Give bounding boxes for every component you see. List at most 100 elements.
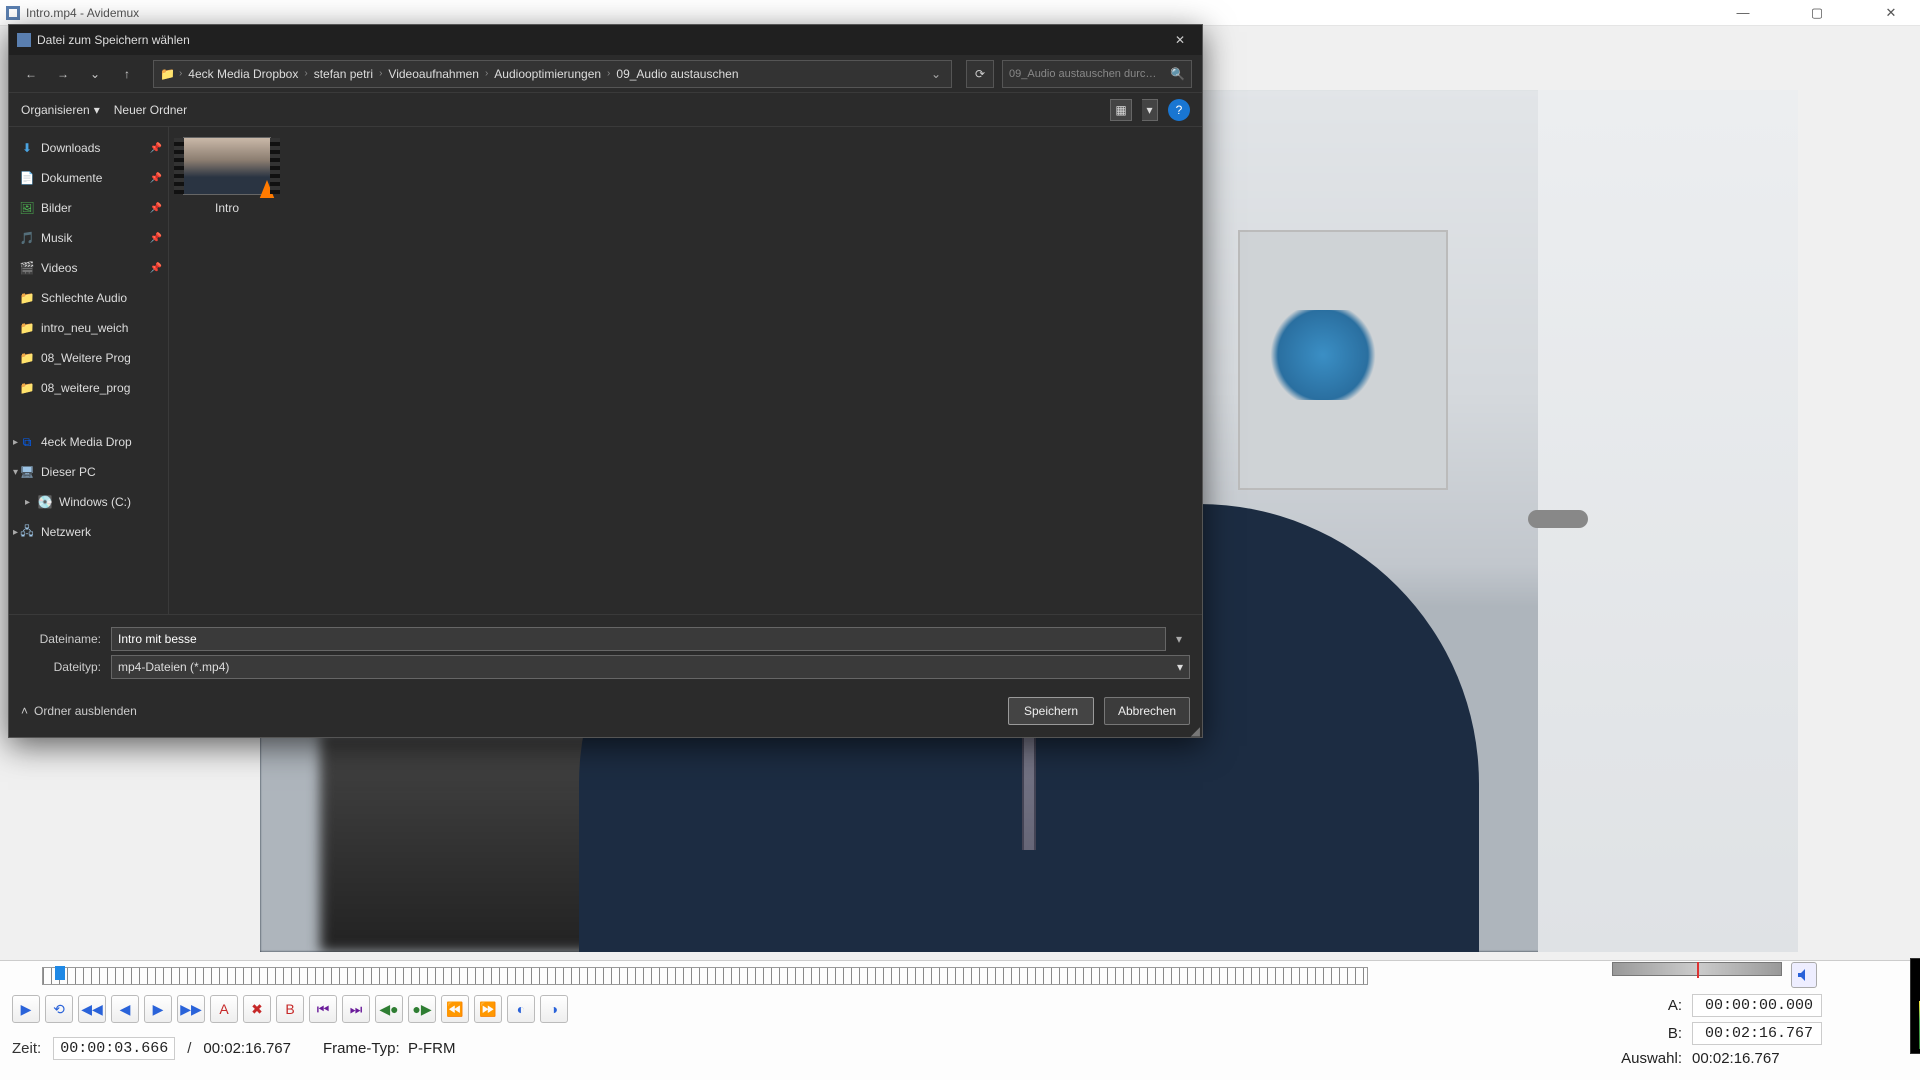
pictures-icon: 🖼 — [19, 201, 35, 215]
crumb-0[interactable]: 4eck Media Dropbox — [186, 67, 300, 81]
breadcrumb-bar[interactable]: 📁 › 4eck Media Dropbox› stefan petri› Vi… — [153, 60, 952, 88]
pin-icon: 📌 — [150, 233, 162, 244]
sel-value: 00:02:16.767 — [1692, 1050, 1780, 1067]
sidebar-item-videos[interactable]: 🎬Videos📌 — [9, 253, 168, 283]
folder-icon: 📁 — [19, 381, 35, 395]
timeline-ruler[interactable] — [42, 967, 1368, 985]
folder-icon: 📁 — [19, 321, 35, 335]
next-black-button[interactable]: ◑ — [540, 995, 568, 1023]
prev-frame-button[interactable]: ◀◀ — [78, 995, 106, 1023]
save-dialog: Datei zum Speichern wählen ✕ ← → ⌄ ↑ 📁 ›… — [8, 24, 1203, 738]
prev-key-button[interactable]: ⏮ — [309, 995, 337, 1023]
sidebar-item-downloads[interactable]: ⬇Downloads📌 — [9, 133, 168, 163]
goto-end-button[interactable]: ⏩ — [474, 995, 502, 1023]
tree-item-dropbox[interactable]: ▸⧉4eck Media Drop — [9, 427, 168, 457]
back-button[interactable]: ← — [19, 62, 43, 86]
b-value: 00:02:16.767 — [1692, 1022, 1822, 1045]
timeline-cursor[interactable] — [55, 966, 65, 980]
minimize-button[interactable]: — — [1720, 5, 1766, 21]
tree-item-pc[interactable]: ▾🖥Dieser PC — [9, 457, 168, 487]
prev-cut-button[interactable]: ◀● — [375, 995, 403, 1023]
set-a-button[interactable]: A — [210, 995, 238, 1023]
expander-icon[interactable]: ▸ — [25, 497, 37, 508]
save-button[interactable]: Speichern — [1008, 697, 1094, 725]
folder-icon: 📁 — [19, 291, 35, 305]
sidebar-item-folder[interactable]: 📁08_Weitere Prog — [9, 343, 168, 373]
sel-label: Auswahl: — [1612, 1050, 1682, 1067]
timeline-panel: ▶ ⟲ ◀◀ ◀ ▶ ▶▶ A ✖ B ⏮ ⏭ ◀● ●▶ ⏪ ⏩ ◐ ◑ Ze… — [0, 960, 1920, 1080]
filename-dropdown[interactable]: ▾ — [1176, 632, 1190, 646]
app-titlebar: Intro.mp4 - Avidemux — ▢ ✕ — [0, 0, 1920, 26]
refresh-button[interactable]: ⟳ — [966, 60, 994, 88]
step-back-button[interactable]: ◀ — [111, 995, 139, 1023]
close-button[interactable]: ✕ — [1166, 29, 1194, 51]
crumb-2[interactable]: Videoaufnahmen — [386, 67, 481, 81]
help-button[interactable]: ? — [1168, 99, 1190, 121]
filename-label: Dateiname: — [21, 632, 101, 646]
view-dropdown[interactable]: ▾ — [1142, 99, 1158, 121]
video-thumbnail-icon — [183, 137, 271, 195]
audio-meter — [1910, 958, 1920, 1054]
up-button[interactable]: ↑ — [115, 62, 139, 86]
time-value[interactable]: 00:00:03.666 — [53, 1037, 175, 1060]
sidebar-item-pictures[interactable]: 🖼Bilder📌 — [9, 193, 168, 223]
crumb-4[interactable]: 09_Audio austauschen — [614, 67, 740, 81]
file-item[interactable]: Intro — [179, 137, 275, 215]
step-fwd-button[interactable]: ▶ — [144, 995, 172, 1023]
filename-input[interactable] — [111, 627, 1166, 651]
chevron-up-icon: ˄ — [21, 704, 28, 718]
recent-button[interactable]: ⌄ — [83, 62, 107, 86]
forward-button[interactable]: → — [51, 62, 75, 86]
scrub-mini[interactable] — [1612, 962, 1782, 976]
sidebar-item-folder[interactable]: 📁intro_neu_weich — [9, 313, 168, 343]
pc-icon: 🖥 — [19, 465, 35, 479]
breadcrumb-dropdown[interactable]: ⌄ — [927, 67, 945, 81]
app-close-button[interactable]: ✕ — [1868, 5, 1914, 21]
dropbox-icon: ⧉ — [19, 435, 35, 450]
prev-black-button[interactable]: ◐ — [507, 995, 535, 1023]
ab-panel: A:00:00:00.000 B:00:02:16.767 Auswahl:00… — [1612, 962, 1902, 1072]
next-key-button[interactable]: ⏭ — [342, 995, 370, 1023]
sidebar-item-music[interactable]: 🎵Musik📌 — [9, 223, 168, 253]
resize-grip[interactable]: ◢ — [1191, 727, 1200, 735]
goto-start-button[interactable]: ⏪ — [441, 995, 469, 1023]
pin-icon: 📌 — [150, 263, 162, 274]
sidebar-item-folder[interactable]: 📁Schlechte Audio — [9, 283, 168, 313]
search-box[interactable]: 🔍 — [1002, 60, 1192, 88]
folder-icon: 📁 — [160, 67, 175, 81]
pin-icon: 📌 — [150, 173, 162, 184]
stop-button[interactable]: ⟲ — [45, 995, 73, 1023]
filetype-value: mp4-Dateien (*.mp4) — [118, 660, 229, 674]
new-folder-button[interactable]: Neuer Ordner — [114, 103, 187, 117]
crumb-3[interactable]: Audiooptimierungen — [492, 67, 603, 81]
next-frame-button[interactable]: ▶▶ — [177, 995, 205, 1023]
next-cut-button[interactable]: ●▶ — [408, 995, 436, 1023]
b-label: B: — [1612, 1025, 1682, 1042]
tree-item-network[interactable]: ▸🖧Netzwerk — [9, 517, 168, 547]
sidebar-item-documents[interactable]: 📄Dokumente📌 — [9, 163, 168, 193]
play-button[interactable]: ▶ — [12, 995, 40, 1023]
crumb-1[interactable]: stefan petri — [312, 67, 375, 81]
videos-icon: 🎬 — [19, 261, 35, 275]
maximize-button[interactable]: ▢ — [1794, 5, 1840, 21]
dialog-toolbar: Organisieren ▾ Neuer Ordner ▦ ▾ ? — [9, 93, 1202, 127]
pin-icon: 📌 — [150, 143, 162, 154]
frame-value: P-FRM — [408, 1040, 456, 1057]
hide-folders-toggle[interactable]: ˄ Ordner ausblenden — [21, 704, 137, 718]
delete-button[interactable]: ✖ — [243, 995, 271, 1023]
app-title: Intro.mp4 - Avidemux — [26, 6, 139, 20]
tree-item-disk[interactable]: ▸💽Windows (C:) — [9, 487, 168, 517]
chevron-down-icon: ▾ — [1177, 660, 1183, 674]
file-name: Intro — [179, 201, 275, 215]
set-b-button[interactable]: B — [276, 995, 304, 1023]
a-label: A: — [1612, 997, 1682, 1014]
speaker-button[interactable] — [1791, 962, 1817, 988]
file-pane[interactable]: Intro — [169, 127, 1202, 614]
filetype-combo[interactable]: mp4-Dateien (*.mp4) ▾ — [111, 655, 1190, 679]
search-input[interactable] — [1009, 68, 1164, 80]
vlc-overlay-icon — [258, 180, 276, 198]
organize-button[interactable]: Organisieren ▾ — [21, 103, 100, 117]
cancel-button[interactable]: Abbrechen — [1104, 697, 1190, 725]
sidebar-item-folder[interactable]: 📁08_weitere_prog — [9, 373, 168, 403]
view-button[interactable]: ▦ — [1110, 99, 1132, 121]
